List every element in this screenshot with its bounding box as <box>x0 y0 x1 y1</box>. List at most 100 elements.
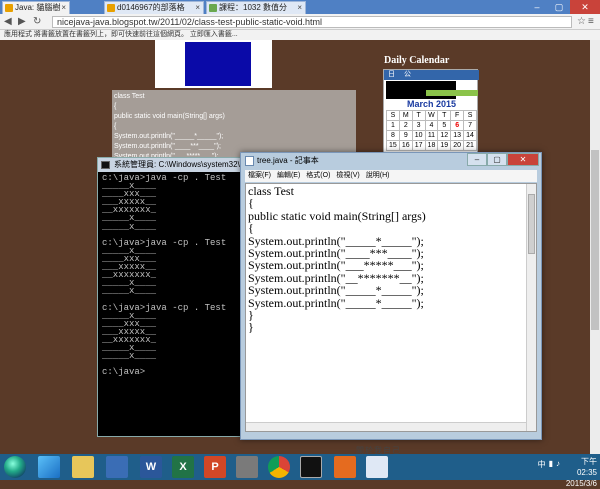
calendar-day[interactable]: 15 <box>386 140 400 151</box>
notepad-vertical-scrollbar[interactable] <box>526 184 536 431</box>
url-input[interactable]: nicejava-java.blogspot.tw/2011/02/class-… <box>52 16 572 28</box>
page-scrollbar[interactable] <box>590 40 600 454</box>
forward-icon[interactable]: ▶ <box>18 16 26 27</box>
reload-icon[interactable]: ↻ <box>33 16 41 27</box>
maximize-icon[interactable]: ▢ <box>487 153 507 166</box>
scrollbar-thumb[interactable] <box>528 194 535 254</box>
close-icon[interactable]: ✕ <box>570 0 600 14</box>
menu-edit[interactable]: 編輯(E) <box>274 170 303 182</box>
system-tray: 中 ▮ ♪ <box>538 459 560 470</box>
calendar-weekday-row: S M T W T F S <box>386 110 477 121</box>
tab-course[interactable]: 課程：1032 數值分 × <box>206 1 306 14</box>
close-icon[interactable]: ✕ <box>507 153 539 166</box>
calendar-day[interactable]: 9 <box>398 130 413 141</box>
menu-view[interactable]: 檢視(V) <box>333 170 362 182</box>
start-button[interactable] <box>4 456 26 478</box>
course-icon <box>209 4 217 12</box>
calendar-week: 8 9 10 11 12 13 14 <box>386 130 477 141</box>
close-tab-icon[interactable]: × <box>297 2 302 14</box>
notepad-window-controls: – ▢ ✕ <box>467 153 539 166</box>
weekday: S <box>463 110 477 121</box>
excel-icon[interactable]: X <box>172 456 194 478</box>
maximize-icon[interactable]: ▢ <box>548 0 570 14</box>
calendar-day[interactable]: 2 <box>398 120 413 131</box>
browser-tab-bar: Java: 貓腦樹 × d0146967的部落格 × 課程：1032 數值分 ×… <box>0 0 600 14</box>
calendar-day[interactable]: 16 <box>398 140 413 151</box>
bookmarks-bar[interactable]: 應用程式 將書籤放置在書籤列上，即可快速前往這個網頁。 立即匯入書籤... <box>0 30 600 40</box>
menu-help[interactable]: 說明(H) <box>363 170 393 182</box>
weekday: T <box>437 110 452 121</box>
calendar-day[interactable]: 14 <box>463 130 477 141</box>
calendar-day-today[interactable]: 6 <box>450 120 465 131</box>
tab-java[interactable]: Java: 貓腦樹 × <box>2 1 70 14</box>
weekday: F <box>450 110 465 121</box>
word-icon[interactable]: W <box>140 456 162 478</box>
tab-label: d0146967的部落格 <box>117 3 185 12</box>
star-icon[interactable]: ☆ <box>577 16 586 27</box>
back-icon[interactable]: ◀ <box>4 16 12 27</box>
notepad-editor[interactable]: class Test { public static void main(Str… <box>245 183 537 432</box>
chrome-icon[interactable] <box>268 456 290 478</box>
daily-calendar-title: Daily Calendar <box>384 55 450 66</box>
calendar-day[interactable]: 5 <box>437 120 452 131</box>
calendar-day[interactable]: 7 <box>463 120 477 131</box>
ie-icon[interactable] <box>38 456 60 478</box>
taskbar: W X P 中 ▮ ♪ 下午 02:35 2015/3/6 <box>0 454 600 488</box>
notepad-taskbar-icon[interactable] <box>366 456 388 478</box>
window-controls: – ▢ ✕ <box>526 0 600 14</box>
calendar-day[interactable]: 20 <box>450 140 465 151</box>
calendar-day[interactable]: 13 <box>450 130 465 141</box>
calendar-day[interactable]: 4 <box>424 120 439 131</box>
minimize-icon[interactable]: – <box>467 153 487 166</box>
cmd-title: 系統管理員: C:\Windows\system32\cmd <box>114 160 244 169</box>
calendar-head-mid: 公 <box>404 71 411 78</box>
calendar-day[interactable]: 11 <box>424 130 439 141</box>
scrollbar-thumb[interactable] <box>591 150 599 330</box>
calendar-day[interactable]: 3 <box>411 120 426 131</box>
cmd-output[interactable]: c:\java>java -cp . Test _____x____ ____x… <box>102 174 242 436</box>
volume-icon[interactable]: ♪ <box>556 459 560 470</box>
address-bar: ◀ ▶ ↻ nicejava-java.blogspot.tw/2011/02/… <box>0 14 600 30</box>
cmd-title-bar[interactable]: 系統管理員: C:\Windows\system32\cmd <box>98 158 244 172</box>
menu-format[interactable]: 格式(O) <box>303 170 333 182</box>
cmd-icon <box>101 161 110 169</box>
clock[interactable]: 下午 02:35 2015/3/6 <box>561 456 597 489</box>
close-tab-icon[interactable]: × <box>61 2 66 14</box>
calendar-day[interactable]: 1 <box>386 120 400 131</box>
folder-icon[interactable] <box>72 456 94 478</box>
powerpoint-icon[interactable]: P <box>204 456 226 478</box>
calendar-day[interactable]: 10 <box>411 130 426 141</box>
photo-viewer-icon[interactable] <box>106 456 128 478</box>
calendar-head-left: 日 <box>388 71 395 78</box>
calendar-day[interactable]: 8 <box>386 130 400 141</box>
matlab-icon[interactable] <box>334 456 356 478</box>
close-tab-icon[interactable]: × <box>195 2 200 14</box>
post-screenshot-image <box>155 40 272 88</box>
menu-icon[interactable]: ≡ <box>588 16 594 27</box>
cmd-taskbar-icon[interactable] <box>300 456 322 478</box>
blogger-icon <box>5 4 13 12</box>
minimize-icon[interactable]: – <box>526 0 548 14</box>
tab-label: Java: 貓腦樹 <box>15 3 61 12</box>
cmd-window[interactable]: 系統管理員: C:\Windows\system32\cmd c:\java>j… <box>97 157 245 437</box>
calendar-day[interactable]: 19 <box>437 140 452 151</box>
menu-file[interactable]: 檔案(F) <box>245 170 274 182</box>
notepad-text[interactable]: class Test { public static void main(Str… <box>248 185 524 430</box>
clock-time: 下午 02:35 <box>576 457 597 477</box>
weekday: M <box>398 110 413 121</box>
notepad-menu-bar: 檔案(F) 編輯(E) 格式(O) 檢視(V) 說明(H) <box>245 170 537 182</box>
calendar-day[interactable]: 21 <box>463 140 477 151</box>
calendar-bar <box>426 90 478 96</box>
tab-blog[interactable]: d0146967的部落格 × <box>104 1 204 14</box>
notepad-title-bar[interactable]: tree.java - 記事本 – ▢ ✕ <box>241 153 541 169</box>
network-icon[interactable]: ▮ <box>549 459 553 470</box>
calendar-day[interactable]: 12 <box>437 130 452 141</box>
calendar-day[interactable]: 17 <box>411 140 426 151</box>
calendar-day[interactable]: 18 <box>424 140 439 151</box>
paint-icon[interactable] <box>236 456 258 478</box>
ime-indicator[interactable]: 中 <box>538 459 546 470</box>
notepad-window[interactable]: tree.java - 記事本 – ▢ ✕ 檔案(F) 編輯(E) 格式(O) … <box>240 152 542 440</box>
blogger-icon <box>107 4 115 12</box>
calendar-month: March 2015 <box>406 99 457 109</box>
notepad-horizontal-scrollbar[interactable] <box>246 422 526 431</box>
